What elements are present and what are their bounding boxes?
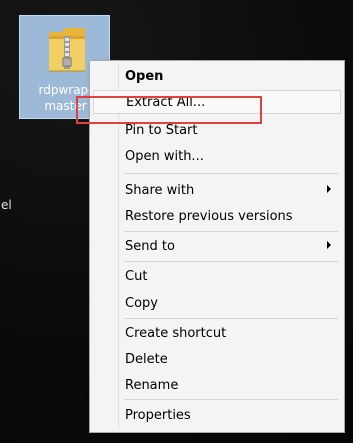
desktop-side-label: el — [1, 198, 12, 212]
menu-separator — [124, 231, 338, 232]
menu-separator — [124, 399, 338, 400]
menu-item-send-to[interactable]: Send to — [93, 234, 341, 258]
menu-item-open-label: Open — [125, 68, 164, 84]
menu-separator — [124, 318, 338, 319]
menu-item-restore-previous-versions-label: Restore previous versions — [125, 208, 293, 224]
menu-item-delete[interactable]: Delete — [93, 347, 341, 371]
submenu-arrow-icon — [327, 185, 331, 193]
menu-item-create-shortcut[interactable]: Create shortcut — [93, 321, 341, 345]
menu-item-send-to-label: Send to — [125, 238, 175, 254]
submenu-arrow-icon — [327, 241, 331, 249]
menu-item-share-with-label: Share with — [125, 182, 195, 198]
menu-item-rename-label: Rename — [125, 377, 179, 393]
menu-item-rename[interactable]: Rename — [93, 373, 341, 397]
menu-item-share-with[interactable]: Share with — [93, 178, 341, 202]
menu-item-open-with-label: Open with... — [125, 148, 204, 164]
menu-item-copy[interactable]: Copy — [93, 291, 341, 315]
menu-item-restore-previous-versions[interactable]: Restore previous versions — [93, 204, 341, 228]
menu-item-copy-label: Copy — [125, 295, 158, 311]
zip-folder-icon — [49, 28, 85, 72]
menu-item-properties[interactable]: Properties — [93, 403, 341, 427]
menu-separator — [124, 261, 338, 262]
menu-item-cut[interactable]: Cut — [93, 264, 341, 288]
menu-item-cut-label: Cut — [125, 268, 148, 284]
menu-item-delete-label: Delete — [125, 351, 168, 367]
menu-item-properties-label: Properties — [125, 407, 191, 423]
menu-item-pin-to-start-label: Pin to Start — [125, 122, 198, 138]
menu-item-create-shortcut-label: Create shortcut — [125, 325, 227, 341]
menu-item-open-with[interactable]: Open with... — [93, 144, 341, 168]
highlight-annotation-box — [76, 96, 262, 124]
menu-item-open[interactable]: Open — [93, 64, 341, 88]
menu-separator — [124, 173, 338, 174]
